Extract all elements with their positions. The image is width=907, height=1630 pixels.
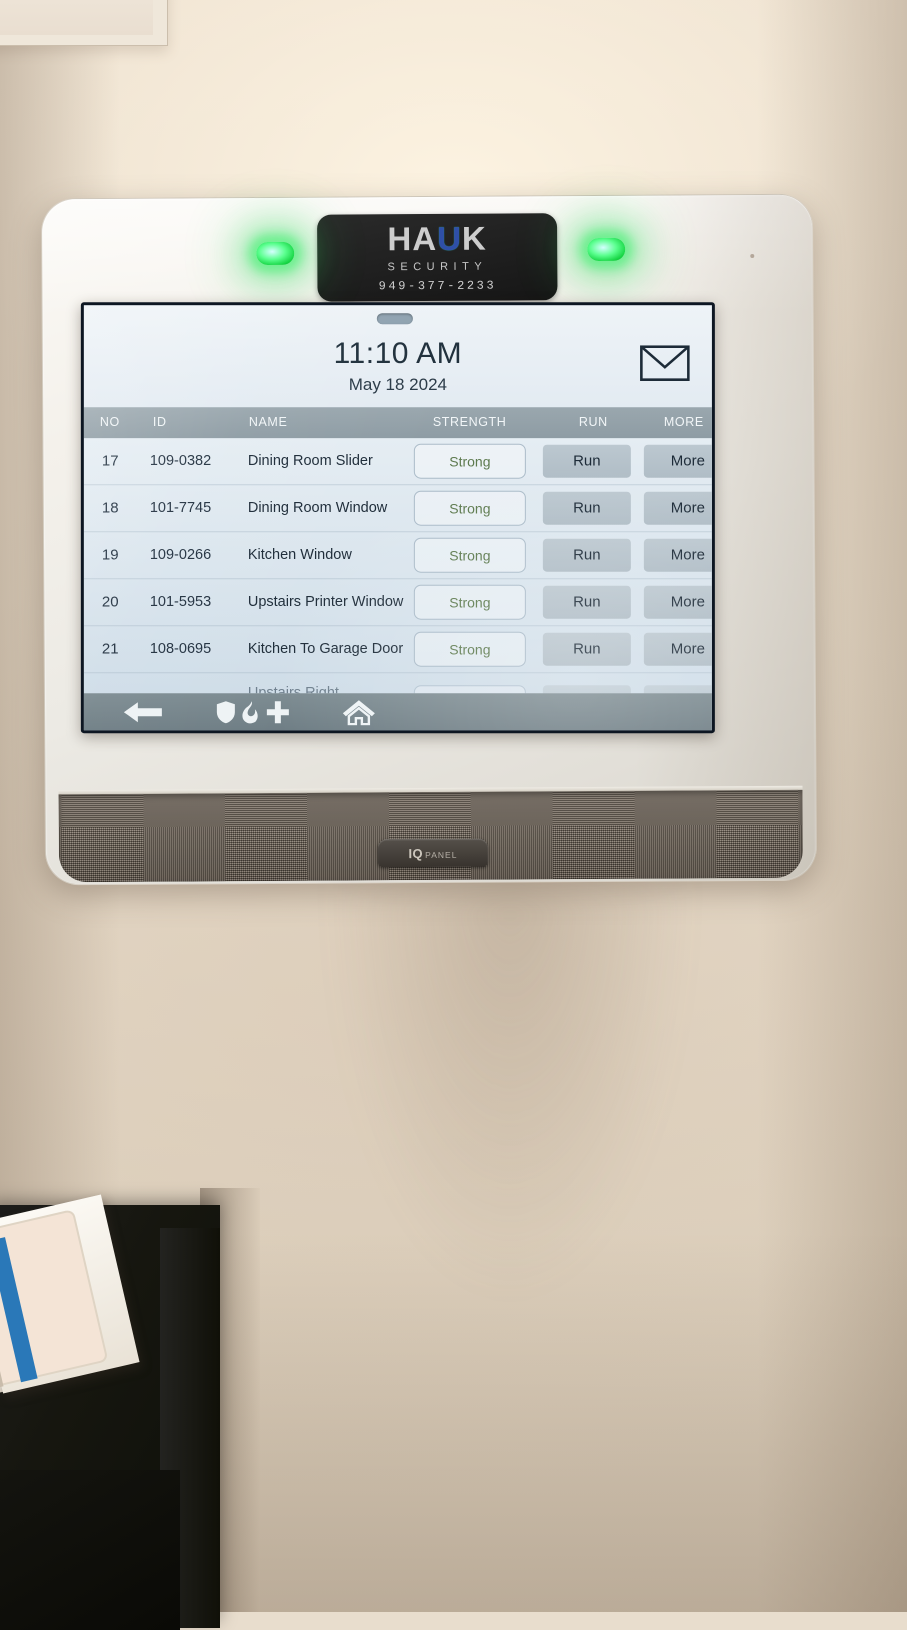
reset-pinhole <box>750 254 755 259</box>
hauk-security-logo-plate: HAUK SECURITY 949-377-2233 <box>317 213 558 302</box>
clock-date: May 18 2024 <box>348 375 448 395</box>
row-sensor-id: 108-0695 <box>149 641 212 658</box>
paper-blue-stripe <box>0 1237 38 1383</box>
touchscreen-display[interactable]: 11:10 AM May 18 2024 NO ID NAME STRENGTH… <box>80 302 715 734</box>
strength-button[interactable]: Strong <box>413 490 526 526</box>
column-header-name: NAME <box>248 415 288 430</box>
more-button[interactable]: More <box>643 444 712 478</box>
table-row[interactable]: 17 109-0382 Dining Room Slider Strong Ru… <box>83 438 712 486</box>
brand-name: HAUK <box>387 219 487 258</box>
brand-phone: 949-377-2233 <box>378 278 497 294</box>
row-sensor-id: 109-0266 <box>149 547 212 564</box>
run-button[interactable]: Run <box>542 491 631 525</box>
more-button[interactable] <box>643 685 712 694</box>
row-sensor-name: Upstairs Printer Window <box>247 594 404 611</box>
row-sensor-id: 109-0382 <box>149 453 212 470</box>
brand-name-u: U <box>437 219 463 257</box>
medical-cross-icon[interactable] <box>266 700 290 724</box>
strength-button[interactable]: Strong <box>413 443 526 479</box>
sensor-list[interactable]: 17 109-0382 Dining Room Slider Strong Ru… <box>83 438 712 694</box>
row-number: 17 <box>101 452 119 470</box>
table-row[interactable]: 19 109-0266 Kitchen Window Strong Run Mo… <box>83 532 712 580</box>
status-led-right <box>587 237 626 262</box>
more-button[interactable]: More <box>643 632 712 666</box>
clock-header: 11:10 AM May 18 2024 <box>83 305 712 408</box>
home-icon[interactable] <box>342 699 376 725</box>
black-box-lower-face <box>0 1470 180 1630</box>
run-button[interactable]: Run <box>542 632 631 666</box>
status-led-left <box>256 241 295 266</box>
row-sensor-name: Kitchen Window <box>247 547 352 564</box>
earpiece-slot <box>376 313 413 325</box>
run-button[interactable]: Run <box>542 585 631 619</box>
row-sensor-name: Dining Room Window <box>247 500 388 517</box>
bottom-navigation-bar[interactable] <box>83 693 712 731</box>
table-row[interactable]: 21 108-0695 Kitchen To Garage Door Stron… <box>83 626 712 674</box>
envelope-icon[interactable] <box>640 345 690 381</box>
iq-badge-iq: IQ <box>408 845 424 861</box>
column-header-id: ID <box>152 415 167 430</box>
iq-panel-device: HAUK SECURITY 949-377-2233 11:10 AM May … <box>40 193 818 886</box>
strength-button[interactable]: Strong <box>413 537 526 573</box>
brand-subtitle: SECURITY <box>387 260 488 274</box>
panel-cast-shadow <box>330 880 690 1300</box>
row-number: 21 <box>101 640 119 658</box>
iq-badge-panel: PANEL <box>425 849 458 860</box>
brand-name-suffix: K <box>461 219 487 257</box>
run-button[interactable]: Run <box>542 538 631 572</box>
fire-icon[interactable] <box>240 700 262 724</box>
table-row[interactable]: 18 101-7745 Dining Room Window Strong Ru… <box>83 485 712 533</box>
shield-icon[interactable] <box>216 700 236 724</box>
more-button[interactable]: More <box>643 585 712 619</box>
iq-panel-badge: IQ PANEL <box>377 838 488 868</box>
run-button[interactable] <box>542 685 631 694</box>
iq-panel-badge-text: IQ PANEL <box>408 845 458 861</box>
column-header-strength: STRENGTH <box>432 415 507 430</box>
row-sensor-name: Upstairs Right <box>247 685 339 694</box>
run-button[interactable]: Run <box>542 444 631 478</box>
strength-button[interactable]: Strong <box>413 584 526 620</box>
picture-frame-mat <box>0 0 153 35</box>
column-header-more: MORE <box>663 415 704 430</box>
brand-name-prefix: HA <box>387 219 438 258</box>
back-arrow-icon[interactable] <box>123 700 164 724</box>
paper-document <box>0 1209 109 1388</box>
table-row[interactable]: 20 101-5953 Upstairs Printer Window Stro… <box>83 579 712 627</box>
column-header-run: RUN <box>578 415 608 430</box>
strength-button[interactable] <box>413 685 526 694</box>
picture-frame <box>0 0 168 46</box>
clock-time: 11:10 AM <box>333 337 463 371</box>
row-sensor-id: 101-7745 <box>149 500 212 517</box>
strength-button[interactable]: Strong <box>413 631 526 667</box>
speaker-grille <box>58 789 804 883</box>
row-number: 19 <box>101 546 119 564</box>
row-number: 18 <box>101 499 119 517</box>
row-number: 20 <box>101 593 119 611</box>
row-sensor-name: Kitchen To Garage Door <box>247 641 404 658</box>
table-header-row: NO ID NAME STRENGTH RUN MORE <box>83 407 712 439</box>
row-sensor-name: Dining Room Slider <box>247 453 373 470</box>
more-button[interactable]: More <box>643 491 712 525</box>
column-header-no: NO <box>99 415 120 430</box>
table-row[interactable]: Upstairs Right <box>83 673 712 694</box>
more-button[interactable]: More <box>643 538 712 572</box>
row-sensor-id: 101-5953 <box>149 594 212 611</box>
